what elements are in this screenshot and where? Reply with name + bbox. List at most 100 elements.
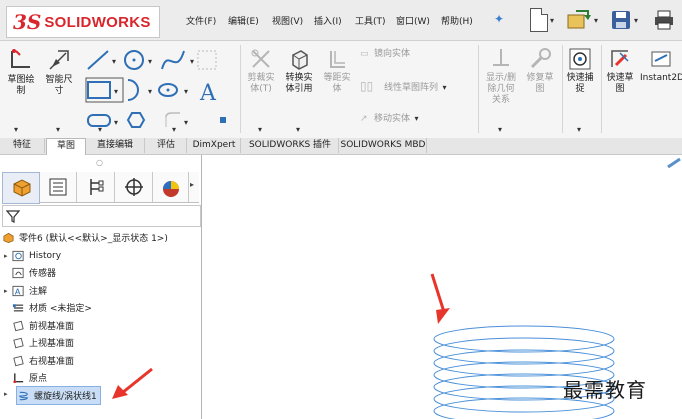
tree-item-annotations[interactable]: ▸ A 注解 bbox=[0, 282, 47, 299]
menu-view[interactable]: 视图(V) bbox=[272, 14, 303, 27]
solidworks-logo[interactable]: 3S SOLIDWORKS bbox=[6, 6, 160, 38]
svg-text:A: A bbox=[15, 286, 21, 296]
relations-icon bbox=[493, 49, 509, 66]
linear-pattern-button[interactable]: ▯▯ 线性草图阵列 ▾ bbox=[360, 80, 476, 94]
menu-insert[interactable]: 插入(I) bbox=[314, 14, 342, 27]
save-button[interactable]: ▾ bbox=[610, 6, 638, 34]
polygon-tool-icon bbox=[126, 112, 146, 128]
construction-icon bbox=[197, 50, 217, 70]
expand-arrow-icon[interactable]: ▸ bbox=[4, 287, 12, 295]
configuration-icon bbox=[90, 179, 104, 195]
quick-snaps-button[interactable]: 快速捕 捉 bbox=[564, 47, 596, 95]
group-caret-icon[interactable]: ▾ bbox=[98, 125, 102, 134]
instant2d-button[interactable]: Instant2D bbox=[640, 47, 682, 84]
smart-dimension-button[interactable]: 智能尺 寸 bbox=[42, 47, 76, 97]
helix-expand-arrow-icon[interactable]: ▸ bbox=[4, 390, 12, 398]
tab-solidworks-mbd[interactable]: SOLIDWORKS MBD bbox=[340, 138, 427, 153]
repair-sketch-icon bbox=[530, 48, 551, 69]
brand-name: SOLIDWORKS bbox=[44, 13, 151, 31]
view-triad-icon[interactable] bbox=[666, 155, 682, 169]
filter-funnel-icon[interactable] bbox=[6, 209, 20, 223]
property-manager-tab[interactable] bbox=[40, 172, 77, 202]
svg-text:▾: ▾ bbox=[184, 118, 188, 127]
tree-item-top-plane[interactable]: 上视基准面 bbox=[0, 334, 74, 351]
command-tabs: 特征 草图 直接编辑 评估 DimXpert SOLIDWORKS 插件 SOL… bbox=[0, 138, 682, 155]
tree-item-right-plane[interactable]: 右视基准面 bbox=[0, 352, 74, 369]
tab-sketch[interactable]: 草图 bbox=[46, 138, 86, 155]
tab-features[interactable]: 特征 bbox=[0, 138, 45, 153]
tree-item-label: 右视基准面 bbox=[29, 357, 75, 367]
instant2d-icon bbox=[651, 51, 671, 67]
feature-manager-panel: ○ ▸ 零件6 (默认<<默认>_显示状态 1>) ▸ History 传感器 … bbox=[0, 155, 202, 419]
sketch-icon bbox=[11, 49, 30, 68]
expand-arrow-icon[interactable]: ▸ bbox=[4, 252, 12, 260]
save-disk-icon bbox=[612, 11, 630, 29]
appearance-sphere-icon bbox=[163, 181, 179, 197]
line-tool-icon bbox=[87, 50, 109, 70]
trim-label: 剪裁实 体(T) bbox=[247, 73, 275, 94]
tab-dimxpert[interactable]: DimXpert bbox=[188, 138, 241, 153]
tree-item-front-plane[interactable]: 前视基准面 bbox=[0, 317, 74, 334]
trim-caret-icon[interactable]: ▾ bbox=[258, 125, 262, 134]
origin-icon bbox=[13, 372, 24, 383]
convert-caret-icon[interactable]: ▾ bbox=[296, 125, 300, 134]
tab-solidworks-addins[interactable]: SOLIDWORKS 插件 bbox=[242, 138, 339, 153]
tab-evaluate[interactable]: 评估 bbox=[146, 138, 187, 153]
group2-caret-icon[interactable]: ▾ bbox=[172, 125, 176, 134]
open-document-button[interactable]: ▾ bbox=[566, 6, 598, 34]
plane-icon bbox=[13, 320, 24, 331]
menu-window[interactable]: 窗口(W) bbox=[396, 14, 430, 27]
menu-edit[interactable]: 编辑(E) bbox=[228, 14, 259, 27]
tree-item-helix[interactable]: 螺旋线/涡状线1 bbox=[16, 386, 101, 405]
svg-text:▾: ▾ bbox=[184, 87, 188, 96]
move-entities-button[interactable]: ↗ 移动实体 ▾ bbox=[360, 113, 460, 125]
new-document-icon bbox=[530, 8, 548, 32]
tree-item-history[interactable]: ▸ History bbox=[0, 247, 61, 264]
ribbon-separator bbox=[240, 45, 241, 133]
crosshair-icon bbox=[125, 178, 143, 196]
tree-item-label: 材质 <未指定> bbox=[29, 304, 92, 314]
tree-item-sensors[interactable]: 传感器 bbox=[0, 264, 56, 281]
line-caret-icon: ▾ bbox=[112, 57, 116, 66]
trim-entities-button[interactable]: 剪裁实 体(T) bbox=[244, 47, 278, 95]
convert-entities-button[interactable]: 转换实 体引用 bbox=[282, 47, 316, 95]
feature-manager-tab[interactable] bbox=[2, 172, 40, 204]
display-relations-button[interactable]: 显示/删 除几何 关系 bbox=[482, 47, 520, 106]
relations-caret-icon[interactable]: ▾ bbox=[498, 125, 502, 134]
panel-tabs-scroll-icon[interactable]: ▸ bbox=[190, 180, 194, 189]
smart-dimension-label: 智能尺 寸 bbox=[45, 75, 73, 96]
plane-icon bbox=[13, 355, 24, 366]
sketch-button[interactable]: 草图绘 制 bbox=[6, 47, 36, 97]
offset-entities-button[interactable]: 等距实 体 bbox=[320, 47, 354, 95]
tab-direct-editing[interactable]: 直接编辑 bbox=[86, 138, 145, 153]
tree-item-origin[interactable]: 原点 bbox=[0, 369, 47, 386]
dimxpert-manager-tab[interactable] bbox=[116, 172, 153, 202]
pin-icon[interactable]: ✦ bbox=[494, 12, 504, 26]
arc-tool-icon bbox=[127, 79, 139, 101]
repair-sketch-label: 修复草 图 bbox=[526, 73, 554, 94]
dimension-caret-icon[interactable]: ▾ bbox=[56, 125, 60, 134]
svg-text:▾: ▾ bbox=[114, 87, 118, 96]
panel-grip-icon[interactable]: ○ bbox=[96, 158, 103, 167]
menu-help[interactable]: 帮助(H) bbox=[441, 14, 473, 27]
svg-text:▾: ▾ bbox=[148, 57, 152, 66]
snaps-caret-icon[interactable]: ▾ bbox=[577, 125, 581, 134]
new-document-button[interactable]: ▾ bbox=[530, 6, 554, 34]
rapid-sketch-button[interactable]: 快速草 图 bbox=[603, 47, 637, 95]
menu-tools[interactable]: 工具(T) bbox=[355, 14, 386, 27]
sketch-caret-icon[interactable]: ▾ bbox=[14, 125, 18, 134]
tree-root-part[interactable]: 零件6 (默认<<默认>_显示状态 1>) bbox=[2, 229, 168, 246]
open-folder-icon bbox=[567, 10, 591, 29]
svg-text:▾: ▾ bbox=[190, 57, 194, 66]
menu-file[interactable]: 文件(F) bbox=[186, 14, 216, 27]
svg-text:▾: ▾ bbox=[148, 87, 152, 96]
tree-filter-bar[interactable] bbox=[2, 205, 201, 227]
print-button[interactable] bbox=[653, 6, 675, 34]
mirror-entities-button[interactable]: ▭ 镜向实体 bbox=[360, 49, 460, 60]
configuration-manager-tab[interactable] bbox=[78, 172, 115, 202]
tree-item-material[interactable]: 材质 <未指定> bbox=[0, 299, 92, 316]
display-manager-tab[interactable] bbox=[154, 172, 189, 202]
printer-icon bbox=[655, 10, 673, 30]
sketch-tools-grid[interactable]: ▾ ▾ ▾ ▾ ▾ ▾ A ▾ ▾ bbox=[84, 47, 234, 135]
repair-sketch-button[interactable]: 修复草 图 bbox=[522, 47, 558, 95]
